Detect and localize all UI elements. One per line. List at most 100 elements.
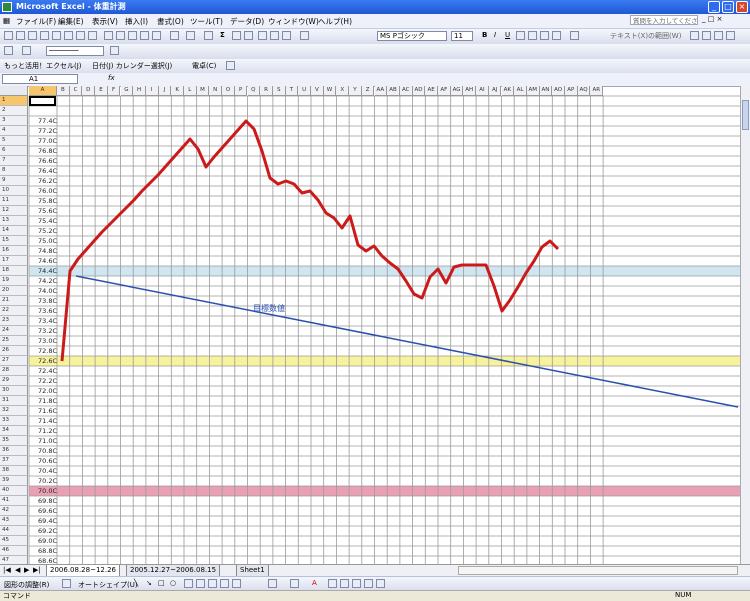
review-icon-4[interactable] [726, 31, 735, 40]
fill-color-draw-icon[interactable] [268, 579, 277, 588]
cell-a39[interactable]: 70.2C [31, 476, 57, 486]
permission-icon[interactable] [40, 31, 49, 40]
row-header-20[interactable]: 20 [0, 286, 28, 296]
column-header-ao[interactable]: AO [552, 86, 565, 96]
cell-a11[interactable]: 75.8C [31, 196, 57, 206]
row-header-47[interactable]: 47 [0, 556, 28, 564]
column-header-aj[interactable]: AJ [488, 86, 502, 96]
row-header-15[interactable]: 15 [0, 236, 28, 246]
menu-tools[interactable]: ツール(T) [190, 16, 223, 27]
tab-next-icon[interactable]: ▶ [24, 566, 29, 574]
cell-a43[interactable]: 69.4C [31, 516, 57, 526]
column-header-w[interactable]: W [323, 86, 337, 96]
spelling-icon[interactable] [88, 31, 97, 40]
column-header-q[interactable]: Q [247, 86, 261, 96]
column-header-an[interactable]: AN [539, 86, 553, 96]
format-painter-icon[interactable] [152, 31, 161, 40]
menu-file[interactable]: ファイル(F) [16, 16, 56, 27]
column-header-p[interactable]: P [234, 86, 248, 96]
column-header-ap[interactable]: AP [565, 86, 578, 96]
column-header-f[interactable]: F [107, 86, 121, 96]
column-header-ab[interactable]: AB [387, 86, 400, 96]
row-header-22[interactable]: 22 [0, 306, 28, 316]
column-header-j[interactable]: J [158, 86, 172, 96]
draw-menu-button[interactable]: 図形の調整(R) [4, 580, 49, 590]
column-header-ac[interactable]: AC [399, 86, 413, 96]
row-header-30[interactable]: 30 [0, 386, 28, 396]
menu-help[interactable]: ヘルプ(H) [318, 16, 352, 27]
column-header-x[interactable]: X [336, 86, 350, 96]
rectangle-tool-icon[interactable]: □ [158, 579, 165, 587]
cell-a10[interactable]: 76.0C [31, 186, 57, 196]
row-header-18[interactable]: 18 [0, 266, 28, 276]
cell-a21[interactable]: 73.8C [31, 296, 57, 306]
cell-a18[interactable]: 74.4C [31, 266, 57, 276]
cell-a3[interactable]: 77.4C [31, 116, 57, 126]
cell-a46[interactable]: 68.8C [31, 546, 57, 556]
column-header-af[interactable]: AF [438, 86, 451, 96]
menu-format[interactable]: 書式(O) [157, 16, 184, 27]
column-header-ad[interactable]: AD [412, 86, 426, 96]
row-header-27[interactable]: 27 [0, 356, 28, 366]
cell-a19[interactable]: 74.2C [31, 276, 57, 286]
help-icon[interactable] [300, 31, 309, 40]
column-header-z[interactable]: Z [361, 86, 375, 96]
cell-a37[interactable]: 70.6C [31, 456, 57, 466]
row-header-2[interactable]: 2 [0, 106, 28, 116]
clipart-icon[interactable] [220, 579, 229, 588]
row-header-10[interactable]: 10 [0, 186, 28, 196]
cell-a4[interactable]: 77.2C [31, 126, 57, 136]
column-header-ai[interactable]: AI [476, 86, 489, 96]
redo-icon[interactable] [186, 31, 195, 40]
column-header-l[interactable]: L [184, 86, 197, 96]
row-header-42[interactable]: 42 [0, 506, 28, 516]
email-icon[interactable] [52, 31, 61, 40]
zoom-icon[interactable] [282, 31, 291, 40]
font-name-select[interactable]: MS Pゴシック [377, 31, 447, 41]
row-header-19[interactable]: 19 [0, 276, 28, 286]
column-header-n[interactable]: N [209, 86, 223, 96]
column-header-ak[interactable]: AK [501, 86, 515, 96]
row-header-31[interactable]: 31 [0, 396, 28, 406]
maximize-button[interactable]: □ [722, 1, 734, 13]
cell-a32[interactable]: 71.6C [31, 406, 57, 416]
column-header-ar[interactable]: AR [590, 86, 604, 96]
cell-a29[interactable]: 72.2C [31, 376, 57, 386]
column-header-h[interactable]: H [133, 86, 146, 96]
excel-tips-button[interactable]: もっと活用！エクセル(J) [4, 61, 82, 71]
calculator-button[interactable]: 電卓(C) [192, 61, 216, 71]
cell-a47[interactable]: 68.6C [31, 556, 57, 564]
line-color-draw-icon[interactable] [290, 579, 299, 588]
font-size-select[interactable]: 11 [451, 31, 473, 41]
cell-a30[interactable]: 72.0C [31, 386, 57, 396]
new-icon[interactable] [4, 31, 13, 40]
row-header-17[interactable]: 17 [0, 256, 28, 266]
review-icon-1[interactable] [690, 31, 699, 40]
cell-a35[interactable]: 71.0C [31, 436, 57, 446]
column-header-ah[interactable]: AH [463, 86, 477, 96]
row-header-21[interactable]: 21 [0, 296, 28, 306]
help-search-input[interactable]: 質問を入力してください [630, 15, 698, 25]
cut-icon[interactable] [116, 31, 125, 40]
row-header-5[interactable]: 5 [0, 136, 28, 146]
name-box[interactable]: A1 [2, 74, 78, 84]
review-toolbar-text[interactable]: テキスト(X)の範囲(W) [610, 31, 681, 41]
diagram-icon[interactable] [208, 579, 217, 588]
cell-a22[interactable]: 73.6C [31, 306, 57, 316]
cell-a15[interactable]: 75.0C [31, 236, 57, 246]
cell-a13[interactable]: 75.4C [31, 216, 57, 226]
align-right-icon[interactable] [540, 31, 549, 40]
row-header-4[interactable]: 4 [0, 126, 28, 136]
fill-color-icon[interactable] [570, 31, 579, 40]
textbox-icon[interactable] [184, 579, 193, 588]
menu-view[interactable]: 表示(V) [92, 16, 118, 27]
row-header-37[interactable]: 37 [0, 456, 28, 466]
column-header-ae[interactable]: AE [425, 86, 438, 96]
row-header-16[interactable]: 16 [0, 246, 28, 256]
cell-a8[interactable]: 76.4C [31, 166, 57, 176]
row-header-36[interactable]: 36 [0, 446, 28, 456]
print-icon[interactable] [64, 31, 73, 40]
workbook-window-buttons[interactable]: _ □ × [702, 15, 722, 23]
line-color-icon[interactable] [110, 46, 119, 55]
copy-icon[interactable] [128, 31, 137, 40]
